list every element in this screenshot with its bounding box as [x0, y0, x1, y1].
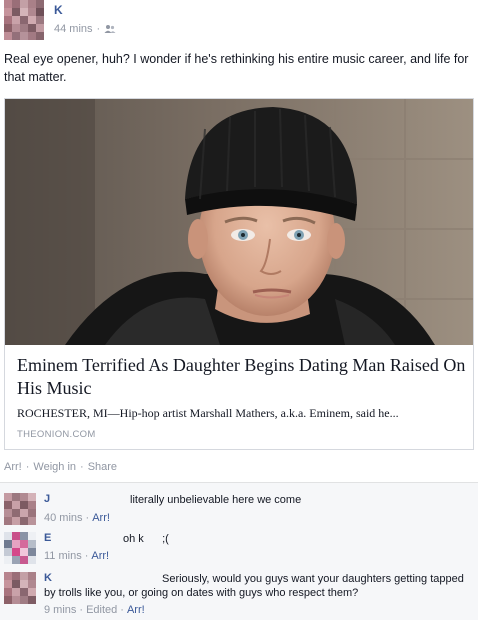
post-author-name[interactable]: K — [54, 3, 63, 17]
author-avatar[interactable] — [4, 0, 44, 40]
commenter-avatar[interactable] — [4, 572, 36, 604]
comment-item: J literally unbelievable here we come 40… — [4, 493, 474, 527]
comment-item: K Seriously, would you guys want your da… — [4, 572, 474, 618]
comment-like-link[interactable]: Arr! — [91, 550, 109, 562]
post-actions: Arr! · Weigh in · Share — [4, 461, 117, 473]
comment-edited-label[interactable]: Edited — [86, 604, 117, 616]
share-link[interactable]: Share — [88, 461, 117, 473]
meta-separator: · — [84, 550, 89, 562]
comment-meta: 11 mins · Arr! — [44, 550, 109, 562]
post-meta: 44 mins · — [54, 23, 116, 35]
comment-text: oh k ;( — [123, 533, 169, 545]
friends-icon[interactable] — [104, 24, 116, 34]
commenter-name[interactable]: J — [44, 493, 50, 505]
comment-timestamp[interactable]: 11 mins — [44, 550, 82, 562]
commenter-name[interactable]: E — [44, 532, 51, 544]
shared-link-description: ROCHESTER, MI—Hip-hop artist Marshall Ma… — [17, 406, 399, 420]
comment-item: E oh k ;( 11 mins · Arr! — [4, 532, 474, 566]
commenter-avatar[interactable] — [4, 493, 36, 525]
meta-separator: · — [85, 512, 90, 524]
post-timestamp[interactable]: 44 mins — [54, 23, 93, 35]
comment-text: literally unbelievable here we come — [130, 494, 302, 506]
comment-meta: 40 mins · Arr! — [44, 512, 110, 524]
shared-link-image[interactable] — [5, 99, 473, 345]
comment-timestamp[interactable]: 40 mins — [44, 512, 83, 524]
comment-link[interactable]: Weigh in — [33, 461, 76, 473]
comment-like-link[interactable]: Arr! — [92, 512, 110, 524]
shared-link-title[interactable]: Eminem Terrified As Daughter Begins Dati… — [17, 354, 467, 400]
comment-like-link[interactable]: Arr! — [127, 604, 145, 616]
action-separator: · — [25, 461, 30, 473]
like-link[interactable]: Arr! — [4, 461, 22, 473]
action-separator: · — [80, 461, 84, 473]
comment-text: Seriously, would you guys want your daug… — [44, 573, 464, 599]
meta-separator: · — [96, 23, 101, 35]
comment-timestamp[interactable]: 9 mins — [44, 604, 76, 616]
comments-section: J literally unbelievable here we come 40… — [0, 482, 478, 620]
comment-meta: 9 mins · Edited · Arr! — [44, 604, 145, 616]
shared-link-source: THEONION.COM — [17, 429, 96, 440]
commenter-avatar[interactable] — [4, 532, 36, 564]
post-header: K 44 mins · — [4, 0, 474, 40]
shared-link-card[interactable]: Eminem Terrified As Daughter Begins Dati… — [4, 98, 474, 450]
post-text: Real eye opener, huh? I wonder if he's r… — [4, 52, 469, 84]
meta-separator: · — [120, 604, 124, 616]
meta-separator: · — [79, 604, 84, 616]
